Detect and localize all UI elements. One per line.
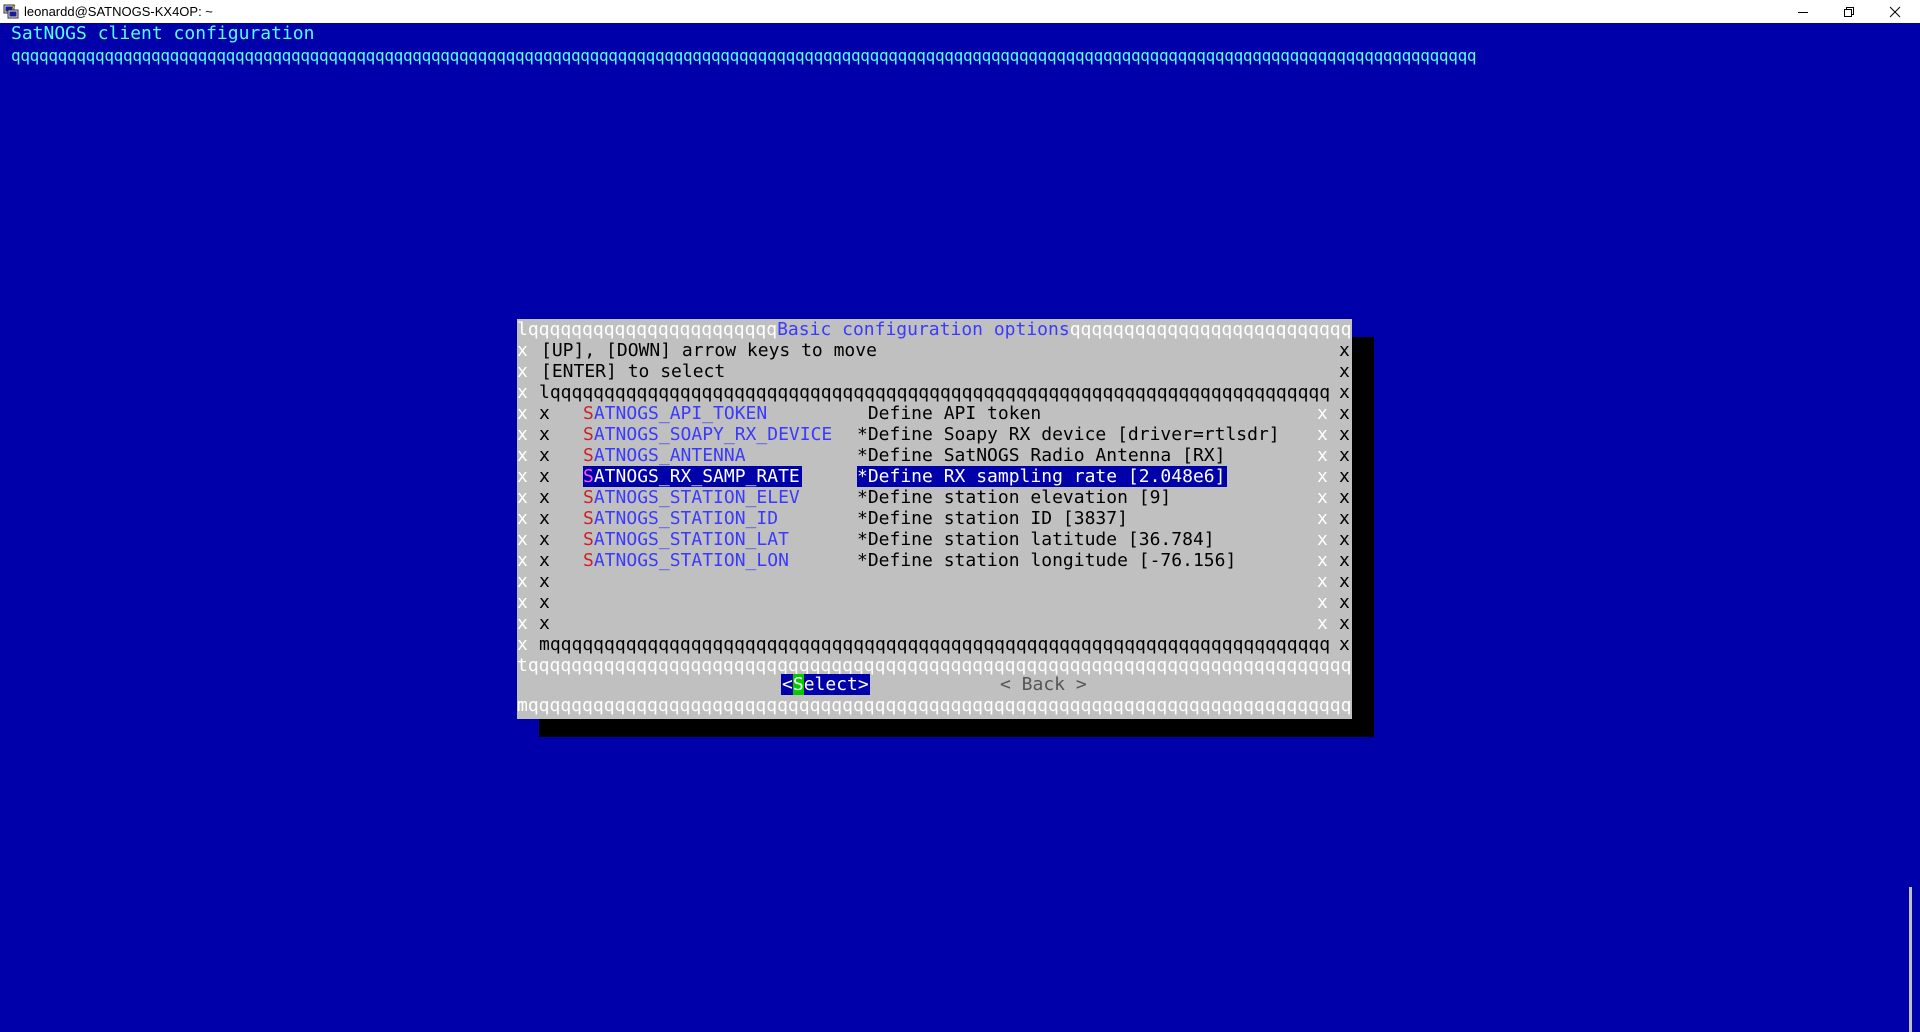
- close-icon: [1889, 6, 1901, 17]
- dialog-top-border-left: lqqqqqqqqqqqqqqqqqqqqqqq: [517, 319, 778, 340]
- menu-item[interactable]: SATNOGS_API_TOKEN Define API token: [517, 403, 1352, 424]
- menu-item-description[interactable]: *Define station longitude [-76.156]: [857, 550, 1236, 571]
- instruction-select: [ENTER] to select: [541, 361, 726, 382]
- menu-item-key[interactable]: SATNOGS_SOAPY_RX_DEVICE: [583, 424, 832, 445]
- dialog-top-border-right: qqqqqqqqqqqqqqqqqqqqqqqqqqk: [1069, 319, 1352, 340]
- menu-item-name: ATNOGS_STATION_LON: [593, 550, 789, 571]
- menu-item-description[interactable]: *Define Soapy RX device [driver=rtlsdr]: [857, 424, 1280, 445]
- back-button[interactable]: < Back >: [1000, 674, 1087, 695]
- select-button[interactable]: <Select>: [781, 674, 870, 695]
- menu-item[interactable]: SATNOGS_STATION_LAT *Define station latit…: [517, 529, 1352, 550]
- menu-item-name: ATNOGS_STATION_ELEV: [593, 487, 800, 508]
- close-button[interactable]: [1872, 0, 1918, 23]
- select-button-label: elect>: [803, 674, 869, 695]
- menu-item-name: ATNOGS_ANTENNA: [593, 445, 746, 466]
- window-title: leonardd@SATNOGS-KX4OP: ~: [24, 4, 213, 19]
- minimize-button[interactable]: [1780, 0, 1826, 23]
- select-button-open: <: [782, 674, 793, 695]
- menu-item-name: ATNOGS_STATION_ID: [593, 508, 779, 529]
- menu-item-key[interactable]: SATNOGS_STATION_LAT: [583, 529, 789, 550]
- menu-item-name: ATNOGS_SOAPY_RX_DEVICE: [593, 424, 833, 445]
- menu-item-name: ATNOGS_STATION_LAT: [593, 529, 789, 550]
- scroll-track: [1910, 23, 1912, 1032]
- menu-item-hotkey: S: [583, 508, 594, 529]
- menu-item[interactable]: SATNOGS_STATION_ID *Define station ID [38…: [517, 508, 1352, 529]
- instruction-move: [UP], [DOWN] arrow keys to move: [541, 340, 877, 361]
- menu-item-description[interactable]: *Define SatNOGS Radio Antenna [RX]: [857, 445, 1225, 466]
- menu-item-key[interactable]: SATNOGS_STATION_ID: [583, 508, 778, 529]
- menu-item-description[interactable]: *Define station ID [3837]: [857, 508, 1128, 529]
- menu-item-description[interactable]: Define API token: [857, 403, 1041, 424]
- dialog-top-border: lqqqqqqqqqqqqqqqqqqqqqqqBasic configurat…: [517, 319, 1352, 340]
- menu-item-key[interactable]: SATNOGS_STATION_LON: [583, 550, 789, 571]
- menu-item-name: ATNOGS_RX_SAMP_RATE: [593, 466, 800, 487]
- scroll-thumb[interactable]: [1909, 887, 1912, 1032]
- menu-item-hotkey: S: [583, 550, 594, 571]
- menu-item-key[interactable]: SATNOGS_RX_SAMP_RATE: [583, 466, 802, 487]
- menu-item-name: ATNOGS_API_TOKEN: [593, 403, 768, 424]
- window-titlebar: leonardd@SATNOGS-KX4OP: ~: [0, 0, 1920, 23]
- minimize-icon: [1798, 11, 1808, 13]
- restore-icon: [1844, 6, 1854, 17]
- select-button-hotkey: S: [792, 674, 804, 695]
- page-title: SatNOGS client configuration: [11, 23, 315, 44]
- menu-item-key[interactable]: SATNOGS_STATION_ELEV: [583, 487, 800, 508]
- menu-item-hotkey: S: [583, 529, 594, 550]
- menu-item-hotkey: S: [583, 487, 594, 508]
- menu-item-description[interactable]: *Define RX sampling rate [2.048e6]: [857, 466, 1228, 487]
- menu-item-hotkey: S: [583, 466, 594, 487]
- menu-item-key[interactable]: SATNOGS_API_TOKEN: [583, 403, 767, 424]
- config-dialog: lqqqqqqqqqqqqqqqqqqqqqqqBasic configurat…: [517, 319, 1352, 719]
- restore-button[interactable]: [1826, 0, 1872, 23]
- menu-item[interactable]: SATNOGS_SOAPY_RX_DEVICE *Define Soapy RX …: [517, 424, 1352, 445]
- menu-item-hotkey: S: [583, 424, 594, 445]
- menu-item-description[interactable]: *Define station latitude [36.784]: [857, 529, 1215, 550]
- menu-item-description[interactable]: *Define station elevation [9]: [857, 487, 1171, 508]
- putty-icon: [3, 4, 19, 19]
- menu-box-bottom: mqqqqqqqqqqqqqqqqqqqqqqqqqqqqqqqqqqqqqqq…: [539, 634, 1329, 655]
- menu-item-key[interactable]: SATNOGS_ANTENNA: [583, 445, 746, 466]
- menu-item[interactable]: SATNOGS_STATION_LON *Define station longi…: [517, 550, 1352, 571]
- menu-item[interactable]: SATNOGS_ANTENNA *Define SatNOGS Radio Ant…: [517, 445, 1352, 466]
- menu-item-hotkey: S: [583, 403, 594, 424]
- menu-item[interactable]: SATNOGS_STATION_ELEV *Define station elev…: [517, 487, 1352, 508]
- menu-item-hotkey: S: [583, 445, 594, 466]
- menu-box-top: lqqqqqqqqqqqqqqqqqqqqqqqqqqqqqqqqqqqqqqq…: [539, 382, 1329, 403]
- menu-item[interactable]: SATNOGS_RX_SAMP_RATE *Define RX sampling …: [517, 466, 1352, 487]
- dialog-title: Basic configuration options: [777, 319, 1070, 340]
- dialog-bottom-border: mqqqqqqqqqqqqqqqqqqqqqqqqqqqqqqqqqqqqqqq…: [517, 695, 1352, 716]
- heading-rule: qqqqqqqqqqqqqqqqqqqqqqqqqqqqqqqqqqqqqqqq…: [11, 46, 1477, 65]
- scrollbar[interactable]: [1904, 23, 1920, 1032]
- dialog-separator: tqqqqqqqqqqqqqqqqqqqqqqqqqqqqqqqqqqqqqqq…: [517, 655, 1352, 676]
